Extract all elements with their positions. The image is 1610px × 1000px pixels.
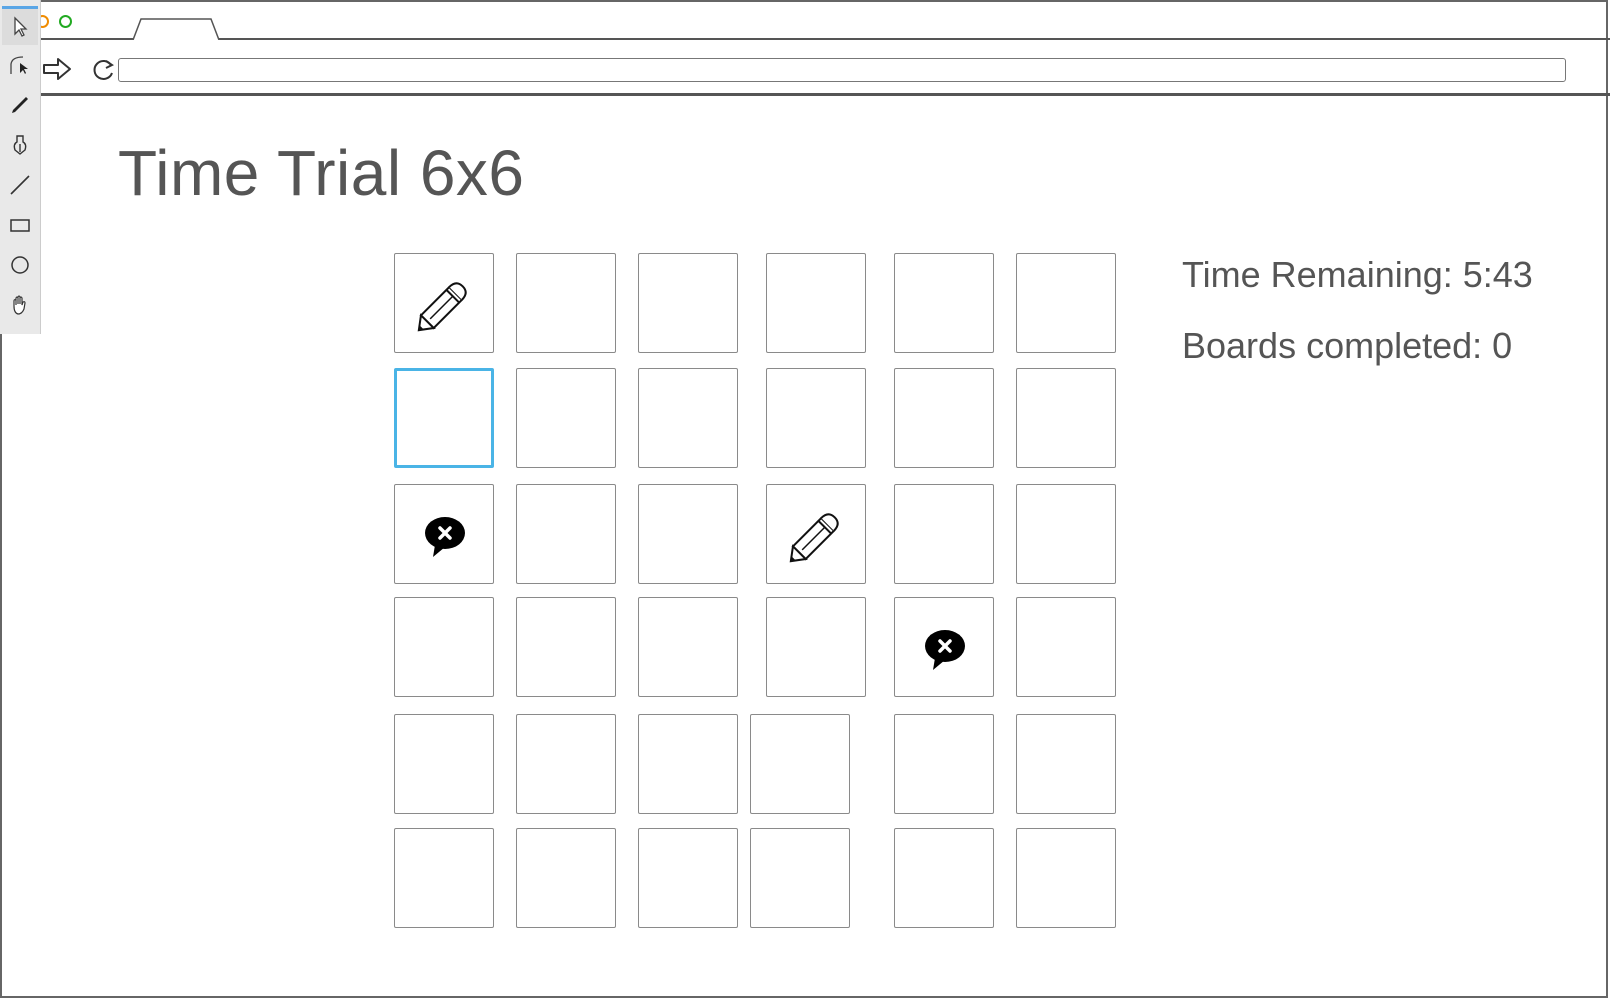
page-title: Time Trial 6x6 (118, 137, 525, 209)
board-cell-r4-c2[interactable] (516, 597, 616, 697)
board-cell-r6-c1[interactable] (394, 828, 494, 928)
board-cell-r5-c5[interactable] (894, 714, 994, 814)
board-cell-r2-c4[interactable] (766, 368, 866, 468)
browser-tab[interactable] (133, 18, 219, 40)
forward-arrow-icon[interactable] (42, 57, 72, 81)
board-cell-r4-c5[interactable] (894, 597, 994, 697)
board-cell-r5-c6[interactable] (1016, 714, 1116, 814)
board-cell-r2-c2[interactable] (516, 368, 616, 468)
error-bubble-icon (425, 517, 465, 557)
board-cell-r5-c1[interactable] (394, 714, 494, 814)
boards-completed-label: Boards completed: 0 (1182, 325, 1513, 366)
pencil-icon (789, 513, 839, 563)
error-bubble-icon (925, 630, 965, 670)
board-cell-r3-c1[interactable] (394, 484, 494, 584)
board-cell-r3-c3[interactable] (638, 484, 738, 584)
board-cell-r1-c3[interactable] (638, 253, 738, 353)
board-cell-r6-c5[interactable] (894, 828, 994, 928)
maximize-button[interactable] (59, 15, 72, 28)
board-cell-r3-c2[interactable] (516, 484, 616, 584)
ellipse-tool-icon (11, 256, 29, 274)
address-bar[interactable] (118, 58, 1566, 82)
rectangle-tool-icon (10, 219, 30, 232)
board-cell-r6-c4[interactable] (750, 828, 850, 928)
board-cell-r1-c1[interactable] (394, 253, 494, 353)
board-cell-r5-c2[interactable] (516, 714, 616, 814)
board-cell-r5-c4[interactable] (750, 714, 850, 814)
board-cell-r2-c1[interactable] (394, 368, 494, 468)
pointer-tool[interactable] (2, 6, 38, 45)
board-cell-r4-c6[interactable] (1016, 597, 1116, 697)
board-cell-r2-c5[interactable] (894, 368, 994, 468)
bezier-icon (10, 56, 28, 74)
board-cell-r6-c3[interactable] (638, 828, 738, 928)
line-tool[interactable] (2, 167, 38, 203)
board-cell-r5-c3[interactable] (638, 714, 738, 814)
bezier-tool[interactable] (2, 47, 38, 83)
board-cell-r6-c6[interactable] (1016, 828, 1116, 928)
board-cell-r4-c4[interactable] (766, 597, 866, 697)
pencil-tool-icon (12, 97, 28, 113)
board-cell-r1-c5[interactable] (894, 253, 994, 353)
pointer-icon (14, 16, 28, 37)
board-cell-r4-c3[interactable] (638, 597, 738, 697)
board-cell-r2-c6[interactable] (1016, 368, 1116, 468)
board-cell-r3-c5[interactable] (894, 484, 994, 584)
hand-tool-icon (13, 295, 26, 315)
board-cell-r4-c1[interactable] (394, 597, 494, 697)
pen-tool-icon (13, 135, 27, 155)
ellipse-tool[interactable] (2, 247, 38, 283)
board-cell-r1-c6[interactable] (1016, 253, 1116, 353)
pencil-icon (417, 282, 467, 332)
board-cell-r3-c4[interactable] (766, 484, 866, 584)
board-cell-r3-c6[interactable] (1016, 484, 1116, 584)
rectangle-tool[interactable] (2, 207, 38, 243)
tool-palette (0, 0, 41, 334)
board-cell-r1-c2[interactable] (516, 253, 616, 353)
board-cell-r6-c2[interactable] (516, 828, 616, 928)
line-tool-icon (10, 175, 30, 195)
time-remaining-label: Time Remaining: 5:43 (1182, 254, 1533, 295)
pen-tool[interactable] (2, 127, 38, 163)
reload-icon[interactable] (90, 57, 116, 83)
hand-tool[interactable] (2, 287, 38, 323)
pencil-tool[interactable] (2, 87, 38, 123)
board-cell-r2-c3[interactable] (638, 368, 738, 468)
board-cell-r1-c4[interactable] (766, 253, 866, 353)
tab-strip (0, 0, 1610, 40)
